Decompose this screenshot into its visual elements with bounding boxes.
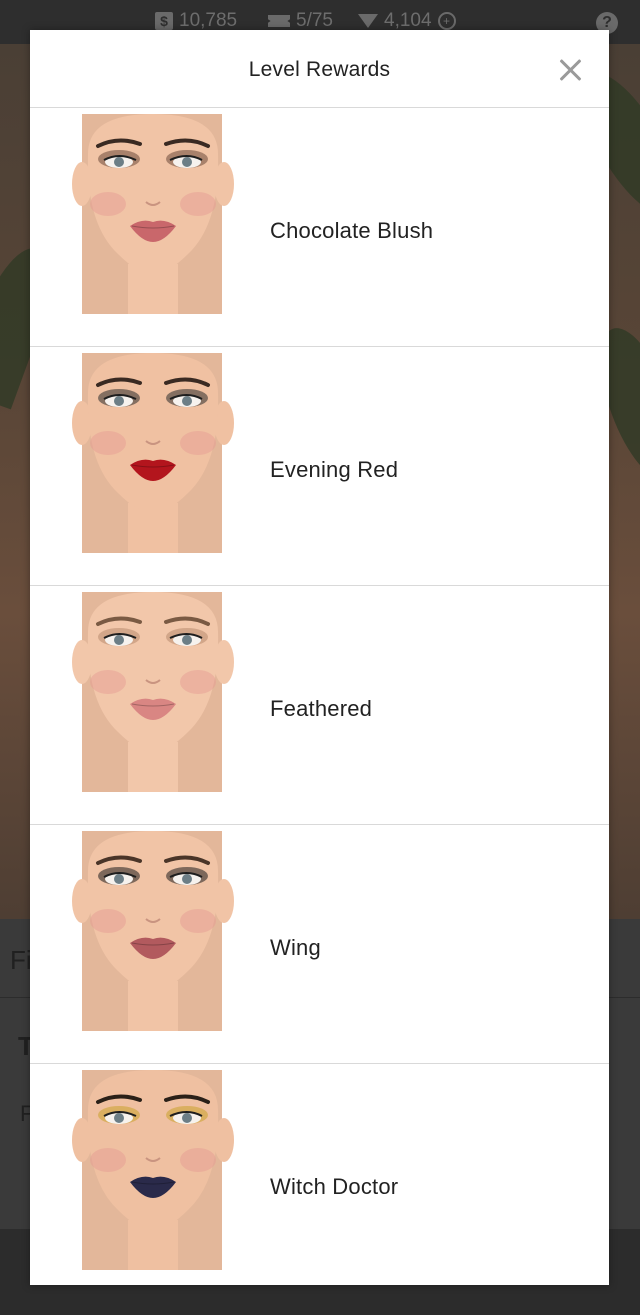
blush-right (180, 909, 216, 933)
reward-item[interactable]: Chocolate Blush (30, 108, 609, 347)
diamonds-stat: 4,104 + (358, 10, 456, 32)
reward-item[interactable]: Feathered (30, 586, 609, 825)
blush-left (90, 192, 126, 216)
ticket-icon (268, 15, 290, 27)
iris-right (182, 157, 192, 167)
blush-right (180, 431, 216, 455)
blush-left (90, 670, 126, 694)
iris-left (114, 1113, 124, 1123)
iris-left (114, 635, 124, 645)
iris-left (114, 874, 124, 884)
reward-name: Evening Red (270, 457, 399, 482)
reward-item[interactable]: Wing (30, 825, 609, 1064)
iris-right (182, 635, 192, 645)
blush-right (180, 670, 216, 694)
iris-right (182, 1113, 192, 1123)
reward-name: Feathered (270, 696, 373, 721)
reward-item[interactable]: Witch Doctor (30, 1064, 609, 1285)
dollar-icon: $ (155, 12, 173, 30)
reward-list: Chocolate Blush Evening Red Feathered Wi… (30, 108, 609, 1285)
coins-stat: $ 10,785 (155, 10, 237, 32)
tickets-value: 5/75 (296, 10, 333, 31)
tickets-stat: 5/75 (268, 10, 333, 32)
blush-right (180, 1148, 216, 1172)
makeup-face-thumbnail (72, 1070, 234, 1270)
modal-header: Level Rewards (30, 30, 609, 108)
diamond-icon (358, 14, 378, 28)
blush-left (90, 1148, 126, 1172)
add-diamonds-icon[interactable]: + (437, 12, 456, 30)
reward-name: Witch Doctor (270, 1174, 399, 1199)
makeup-face-thumbnail (72, 592, 234, 792)
modal-title: Level Rewards (248, 58, 391, 81)
iris-right (182, 396, 192, 406)
reward-item[interactable]: Evening Red (30, 347, 609, 586)
coins-value: 10,785 (179, 10, 238, 31)
close-icon[interactable] (557, 57, 583, 83)
blush-left (90, 431, 126, 455)
blush-left (90, 909, 126, 933)
makeup-face-thumbnail (72, 114, 234, 314)
level-rewards-modal: Level Rewards Chocolate Blush Evening Re… (30, 30, 609, 1285)
iris-left (114, 157, 124, 167)
iris-left (114, 396, 124, 406)
iris-right (182, 874, 192, 884)
makeup-face-thumbnail (72, 353, 234, 553)
reward-name: Wing (270, 935, 321, 960)
bg-text-fragment: Fi (10, 945, 32, 975)
blush-right (180, 192, 216, 216)
reward-name: Chocolate Blush (270, 218, 434, 243)
diamonds-value: 4,104 (384, 10, 432, 31)
makeup-face-thumbnail (72, 831, 234, 1031)
